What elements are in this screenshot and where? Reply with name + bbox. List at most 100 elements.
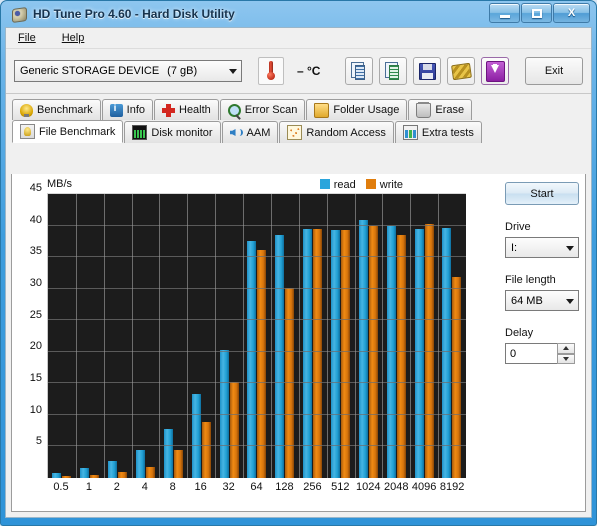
- drive-select[interactable]: I:: [505, 237, 579, 258]
- gridline-vertical: [326, 194, 328, 478]
- bar-read: [358, 219, 368, 478]
- benchmark-controls: Start Drive I: File length 64 MB Delay: [505, 182, 579, 364]
- x-axis-labels: 0.5 1 2 4 8 16 32 64 128 256 512 1024 2048 4096 8192: [47, 481, 466, 499]
- red-cross-icon: [162, 103, 175, 117]
- drive-label: Drive: [505, 221, 531, 233]
- bar-category: [382, 194, 410, 478]
- tab-erase[interactable]: Erase: [408, 99, 473, 120]
- tab-erase-label: Erase: [435, 104, 465, 116]
- info-icon: [109, 103, 123, 117]
- file-benchmark-panel: MB/s read write 5 10 15 20 25 30 35 40 45 0.5 1 2 4…: [11, 174, 586, 512]
- file-length-select[interactable]: 64 MB: [505, 290, 579, 311]
- y-axis-tick: 35: [29, 245, 42, 258]
- exit-button-label: Exit: [544, 65, 564, 77]
- bar-write: [341, 229, 351, 478]
- lightbulb-icon: [20, 103, 33, 117]
- delay-input[interactable]: [505, 343, 557, 364]
- bar-category: [271, 194, 299, 478]
- x-axis-tick: 4: [141, 481, 148, 493]
- tab-random-access[interactable]: Random Access: [279, 121, 394, 143]
- copy-image-button[interactable]: [379, 57, 407, 85]
- gridline-horizontal: [48, 193, 466, 194]
- legend-item-write: write: [365, 179, 403, 191]
- x-axis-tick: 1: [85, 481, 92, 493]
- maximize-button[interactable]: [521, 3, 552, 23]
- exit-button[interactable]: Exit: [525, 57, 583, 85]
- toolbar: Generic STORAGE DEVICE (7 gB) – °C Exit: [6, 49, 591, 94]
- window-title: HD Tune Pro 4.60 - Hard Disk Utility: [33, 7, 235, 21]
- window-controls: X: [488, 3, 590, 23]
- x-axis-tick: 2048: [383, 481, 409, 493]
- bar-read: [331, 229, 341, 478]
- bar-write: [396, 235, 406, 478]
- x-axis-tick: 32: [222, 481, 235, 493]
- gridline-vertical: [243, 194, 245, 478]
- close-button[interactable]: X: [553, 3, 590, 23]
- bar-read: [52, 472, 62, 478]
- copy-text-button[interactable]: [345, 57, 373, 85]
- legend-item-read: read: [319, 179, 356, 191]
- menu-item-file[interactable]: File: [14, 30, 40, 46]
- trash-icon: [416, 101, 432, 118]
- bar-write: [313, 229, 323, 478]
- y-axis-labels: 5 10 15 20 25 30 35 40 45: [20, 182, 44, 478]
- bar-write: [173, 449, 183, 478]
- tab-error-scan[interactable]: Error Scan: [219, 99, 306, 120]
- monitor-graph-icon: [132, 125, 148, 140]
- bar-write: [201, 422, 211, 478]
- menu-item-help[interactable]: Help: [58, 30, 89, 46]
- tab-benchmark[interactable]: Benchmark: [12, 99, 101, 120]
- bar-read: [414, 228, 424, 478]
- chevron-down-icon: [566, 299, 574, 304]
- tab-info[interactable]: Info: [101, 99, 153, 120]
- y-axis-tick: 45: [29, 182, 42, 194]
- chart-legend: read write: [319, 179, 403, 191]
- y-axis-title: MB/s: [47, 178, 73, 190]
- tab-aam[interactable]: AAM: [221, 121, 279, 143]
- maximize-icon: [531, 8, 542, 18]
- bar-category: [104, 194, 132, 478]
- gridline-vertical: [298, 194, 300, 478]
- menu-bar: File Help: [6, 28, 591, 49]
- tab-file-benchmark[interactable]: File Benchmark: [12, 120, 124, 143]
- gridline-vertical: [75, 194, 77, 478]
- bar-read: [442, 228, 452, 478]
- download-button[interactable]: [481, 57, 509, 85]
- delay-stepper-buttons: [557, 343, 575, 364]
- gridline-horizontal: [48, 287, 466, 289]
- gold-button[interactable]: [447, 57, 475, 85]
- delay-increment-button[interactable]: [557, 343, 575, 354]
- tab-health[interactable]: Health: [154, 99, 219, 120]
- x-axis-tick: 2: [113, 481, 120, 493]
- device-select[interactable]: Generic STORAGE DEVICE (7 gB): [14, 60, 242, 82]
- y-axis-tick: 25: [29, 308, 42, 321]
- bar-category: [132, 194, 160, 478]
- bar-read: [191, 394, 201, 478]
- tab-folder-usage-label: Folder Usage: [333, 104, 400, 116]
- start-button[interactable]: Start: [505, 182, 579, 205]
- x-axis-tick: 128: [275, 481, 294, 493]
- bar-category: [48, 194, 76, 478]
- bar-read: [163, 428, 173, 478]
- y-axis-tick: 10: [29, 403, 42, 416]
- bar-group: [48, 194, 466, 478]
- bar-read: [136, 450, 145, 478]
- x-axis-tick: 8: [169, 481, 176, 493]
- tab-health-label: Health: [179, 104, 211, 116]
- device-select-value: Generic STORAGE DEVICE: [20, 65, 160, 77]
- bar-read: [80, 467, 90, 478]
- tab-extra-tests[interactable]: Extra tests: [394, 121, 482, 143]
- delay-decrement-button[interactable]: [557, 353, 575, 364]
- x-axis-tick: 16: [194, 481, 207, 493]
- minimize-button[interactable]: [489, 3, 520, 23]
- save-button[interactable]: [413, 57, 441, 85]
- client-area: File Help Generic STORAGE DEVICE (7 gB) …: [5, 27, 592, 518]
- random-dots-icon: [287, 125, 303, 140]
- tab-folder-usage[interactable]: Folder Usage: [306, 99, 408, 120]
- bar-read: [247, 240, 257, 478]
- tab-disk-monitor[interactable]: Disk monitor: [124, 121, 221, 143]
- tab-random-access-label: Random Access: [306, 126, 386, 139]
- bar-read: [275, 235, 285, 478]
- gridline-horizontal: [48, 413, 466, 415]
- bar-category: [187, 194, 215, 478]
